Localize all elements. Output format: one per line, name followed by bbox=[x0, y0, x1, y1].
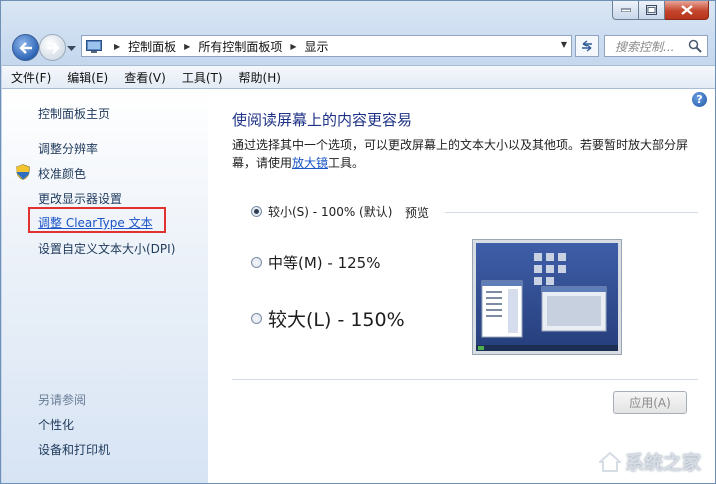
watermark: 系统之家 bbox=[598, 448, 701, 475]
search-icon[interactable] bbox=[688, 39, 702, 53]
recent-pages-dropdown[interactable] bbox=[67, 41, 76, 55]
adjust-resolution-link[interactable]: 调整分辨率 bbox=[38, 140, 98, 157]
content-divider bbox=[232, 379, 698, 380]
option-medium-label: 中等(M) - 125% bbox=[268, 254, 381, 272]
option-small[interactable]: 较小(S) - 100% (默认) bbox=[251, 203, 392, 220]
breadcrumb-all-items[interactable]: 所有控制面板项 bbox=[198, 38, 282, 55]
task-pane: 控制面板主页 调整分辨率 校准颜色 更改显示器设置 调整 ClearType 文… bbox=[2, 89, 208, 483]
menu-file[interactable]: 文件(F) bbox=[2, 69, 58, 86]
forward-arrow-icon bbox=[46, 41, 60, 54]
back-button[interactable] bbox=[12, 34, 39, 61]
description-part2: 工具。 bbox=[328, 156, 365, 170]
option-medium[interactable]: 中等(M) - 125% bbox=[251, 252, 380, 273]
page-title: 使阅读屏幕上的内容更容易 bbox=[232, 111, 413, 129]
main-content: ? 使阅读屏幕上的内容更容易 通过选择其中一个选项，可以更改屏幕上的文本大小以及… bbox=[208, 89, 715, 483]
address-bar[interactable]: ▶ 控制面板 ▶ 所有控制面板项 ▶ 显示 ▼ bbox=[81, 35, 572, 57]
control-panel-window: ▶ 控制面板 ▶ 所有控制面板项 ▶ 显示 ▼ 搜索控制... 文件(F) 编辑… bbox=[0, 0, 716, 484]
back-arrow-icon bbox=[18, 41, 32, 54]
option-large-label: 较大(L) - 150% bbox=[268, 309, 405, 331]
shield-icon bbox=[16, 164, 30, 180]
forward-button[interactable] bbox=[39, 34, 66, 61]
breadcrumb-separator: ▶ bbox=[290, 41, 297, 51]
breadcrumb-separator: ▶ bbox=[114, 41, 121, 51]
see-also-heading: 另请参阅 bbox=[38, 393, 87, 407]
preview-divider bbox=[445, 212, 698, 213]
search-box[interactable]: 搜索控制... bbox=[604, 35, 708, 57]
close-button[interactable] bbox=[665, 1, 709, 20]
refresh-icon bbox=[582, 40, 592, 52]
preview-desktop-icon bbox=[476, 243, 618, 351]
refresh-button[interactable] bbox=[575, 35, 599, 57]
menu-tools[interactable]: 工具(T) bbox=[173, 69, 230, 86]
radio-medium[interactable] bbox=[251, 257, 262, 268]
close-icon bbox=[680, 5, 693, 15]
radio-small[interactable] bbox=[251, 206, 262, 217]
maximize-icon bbox=[646, 5, 657, 15]
personalization-link[interactable]: 个性化 bbox=[38, 416, 74, 433]
caption-buttons bbox=[612, 1, 709, 20]
menu-help[interactable]: 帮助(H) bbox=[230, 69, 288, 86]
minimize-icon bbox=[620, 8, 631, 12]
breadcrumb-display[interactable]: 显示 bbox=[305, 38, 329, 55]
breadcrumb-control-panel[interactable]: 控制面板 bbox=[128, 38, 176, 55]
preview-image bbox=[472, 239, 622, 355]
option-small-label: 较小(S) - 100% (默认) bbox=[268, 205, 393, 219]
house-logo-icon bbox=[598, 451, 621, 472]
custom-text-size-link[interactable]: 设置自定义文本大小(DPI) bbox=[38, 240, 175, 257]
chevron-down-icon bbox=[67, 46, 76, 51]
devices-printers-link[interactable]: 设备和打印机 bbox=[38, 441, 110, 458]
address-dropdown-icon[interactable]: ▼ bbox=[561, 40, 567, 49]
menu-view[interactable]: 查看(V) bbox=[115, 69, 173, 86]
breadcrumb-separator: ▶ bbox=[184, 41, 191, 51]
radio-large[interactable] bbox=[251, 313, 262, 324]
preview-label: 预览 bbox=[405, 206, 430, 220]
minimize-button[interactable] bbox=[612, 1, 639, 20]
navigation-bar: ▶ 控制面板 ▶ 所有控制面板项 ▶ 显示 ▼ 搜索控制... bbox=[1, 31, 716, 61]
magnifier-link[interactable]: 放大镜 bbox=[292, 156, 328, 170]
watermark-text: 系统之家 bbox=[624, 452, 701, 474]
option-large[interactable]: 较大(L) - 150% bbox=[251, 305, 405, 332]
description-text: 通过选择其中一个选项，可以更改屏幕上的文本大小以及其他项。若要暂时放大部分屏幕，… bbox=[232, 136, 692, 172]
menu-edit[interactable]: 编辑(E) bbox=[58, 69, 115, 86]
apply-button[interactable]: 应用(A) bbox=[613, 391, 687, 414]
help-icon[interactable]: ? bbox=[692, 92, 707, 107]
change-display-settings-link[interactable]: 更改显示器设置 bbox=[38, 190, 122, 207]
calibrate-color-link[interactable]: 校准颜色 bbox=[38, 165, 86, 182]
search-placeholder: 搜索控制... bbox=[615, 39, 675, 54]
menu-bar: 文件(F) 编辑(E) 查看(V) 工具(T) 帮助(H) bbox=[2, 65, 715, 89]
adjust-cleartype-link[interactable]: 调整 ClearType 文本 bbox=[38, 214, 153, 231]
control-panel-icon bbox=[86, 39, 102, 53]
control-panel-home-link[interactable]: 控制面板主页 bbox=[38, 105, 110, 122]
maximize-button[interactable] bbox=[639, 1, 665, 20]
